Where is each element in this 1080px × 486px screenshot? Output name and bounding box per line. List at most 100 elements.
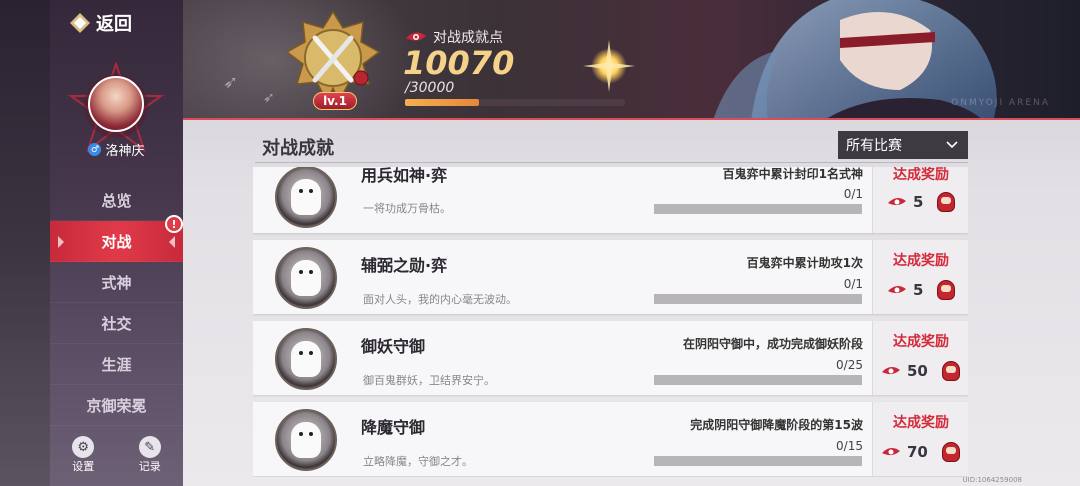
achievement-progress-bar — [654, 375, 862, 385]
nav-label: 式神 — [101, 273, 132, 292]
reward-title: 达成奖励 — [893, 334, 949, 350]
back-diamond-icon — [70, 13, 90, 33]
nav-label: 京御荣冕 — [86, 396, 147, 415]
achievement-condition: 在阴阳守御中，成功完成御妖阶段 — [682, 337, 863, 351]
reward-amount: 5 — [913, 281, 924, 299]
eye-token-icon — [888, 285, 906, 294]
nav-label: 总览 — [101, 191, 132, 210]
eye-token-icon — [888, 197, 906, 206]
achievement-row[interactable]: 辅弼之勋·弈 面对人头，我的内心毫无波动。 百鬼弈中累计助攻1次 0/1 达成奖… — [253, 240, 968, 314]
records-button[interactable]: ✎ 记录 — [138, 436, 161, 474]
male-gender-icon: ♂ — [88, 143, 102, 156]
points-progress-bar — [405, 99, 625, 106]
records-label: 记录 — [138, 460, 161, 473]
reward-amount: 50 — [907, 362, 928, 380]
bird-decoration: ➶ — [263, 90, 275, 106]
page-title: 对战成就 — [262, 138, 334, 159]
reward-panel: 达成奖励 50 — [872, 321, 968, 395]
achievement-condition: 完成阴阳守御降魔阶段的第15波 — [690, 418, 863, 432]
achievement-list[interactable]: 用兵如神·弈 一将功成万骨枯。 百鬼弈中累计封印1名式神 0/1 达成奖励 5 … — [253, 167, 968, 477]
achievement-name: 御妖守御 — [361, 337, 426, 356]
back-button[interactable]: 返回 — [70, 10, 132, 36]
eye-token-icon — [406, 32, 426, 41]
level-pill: lv.1 — [313, 92, 357, 110]
back-label: 返回 — [96, 14, 132, 35]
sidebar-nav: 总览 对战 ! 式神 社交 生涯 京御荣冕 — [50, 180, 183, 426]
settings-label: 设置 — [72, 460, 95, 473]
ghost-mascot-icon — [291, 260, 321, 296]
filter-value: 所有比赛 — [846, 138, 902, 154]
daruma-icon — [937, 192, 956, 212]
nav-label: 对战 — [101, 232, 132, 251]
nav-item-overview[interactable]: 总览 — [50, 180, 183, 221]
achievement-name: 辅弼之勋·弈 — [361, 256, 448, 275]
eye-token-icon — [882, 447, 900, 456]
achievement-name: 用兵如神·弈 — [361, 167, 448, 185]
daruma-icon — [941, 361, 960, 381]
username-text: 洛神庆 — [105, 144, 145, 159]
reward-items: 50 — [881, 361, 960, 381]
sparkle-rays-icon — [583, 40, 635, 92]
alert-badge: ! — [165, 215, 183, 233]
achievement-desc: 立略降魔，守御之才。 — [363, 455, 473, 468]
reward-amount: 70 — [907, 443, 928, 461]
achievement-row[interactable]: 御妖守御 御百鬼群妖，卫结界安宁。 在阴阳守御中，成功完成御妖阶段 0/25 达… — [253, 321, 968, 395]
banner-watermark: ONMYOJI ARENA — [951, 98, 1050, 108]
achievement-icon — [275, 409, 337, 471]
chevron-down-icon — [946, 141, 958, 149]
achievement-progress-bar — [654, 204, 862, 214]
daruma-icon — [937, 280, 956, 300]
achievement-progress-bar — [654, 456, 862, 466]
achievement-icon — [275, 328, 337, 390]
ghost-mascot-icon — [291, 179, 321, 215]
nav-item-social[interactable]: 社交 — [50, 303, 183, 344]
reward-amount: 5 — [913, 193, 924, 211]
points-value: 10070 — [403, 44, 515, 82]
achievement-desc: 一将功成万骨枯。 — [363, 202, 451, 215]
username: ♂ 洛神庆 — [50, 140, 183, 159]
achievement-progress-text: 0/25 — [836, 358, 863, 372]
ghost-mascot-icon — [291, 422, 321, 458]
achievement-progress-bar — [654, 294, 862, 304]
reward-items: 5 — [887, 280, 956, 300]
daruma-icon — [941, 442, 960, 462]
achievement-banner: ➶ ➶ lv.1 对战成就点 10070 /30000 ONMYOJI AREN… — [183, 0, 1080, 120]
achievement-progress-text: 0/15 — [836, 439, 863, 453]
reward-panel: 达成奖励 70 — [872, 402, 968, 476]
sidebar: 返回 ♂ 洛神庆 总览 对战 ! 式神 社交 生涯 京御荣冕 ⚙ 设置 ✎ 记录 — [50, 0, 183, 486]
nav-item-shikigami[interactable]: 式神 — [50, 262, 183, 303]
reward-items: 70 — [881, 442, 960, 462]
achievement-condition: 百鬼弈中累计封印1名式神 — [722, 167, 863, 181]
reward-panel: 达成奖励 5 — [872, 167, 968, 233]
nav-item-career[interactable]: 生涯 — [50, 344, 183, 385]
pen-icon: ✎ — [138, 436, 161, 458]
avatar — [88, 76, 144, 132]
nav-item-battle[interactable]: 对战 ! — [50, 215, 183, 262]
achievement-desc: 面对人头，我的内心毫无波动。 — [363, 293, 517, 306]
achievement-desc: 御百鬼群妖，卫结界安宁。 — [363, 374, 495, 387]
nav-label: 社交 — [101, 314, 132, 333]
points-total: /30000 — [405, 80, 455, 96]
left-edge-backdrop — [0, 0, 50, 486]
achievement-progress-text: 0/1 — [843, 187, 863, 201]
reward-title: 达成奖励 — [893, 253, 949, 269]
nav-label: 生涯 — [101, 355, 132, 374]
achievement-row[interactable]: 降魔守御 立略降魔，守御之才。 完成阴阳守御降魔阶段的第15波 0/15 达成奖… — [253, 402, 968, 476]
reward-items: 5 — [887, 192, 956, 212]
points-progress-fill — [405, 99, 479, 106]
nav-item-honor[interactable]: 京御荣冕 — [50, 385, 183, 426]
achievement-icon — [275, 247, 337, 309]
reward-title: 达成奖励 — [893, 167, 949, 183]
achievement-name: 降魔守御 — [361, 418, 426, 437]
settings-button[interactable]: ⚙ 设置 — [72, 436, 95, 474]
achievement-condition: 百鬼弈中累计助攻1次 — [746, 256, 863, 270]
reward-panel: 达成奖励 5 — [872, 240, 968, 314]
achievement-row[interactable]: 用兵如神·弈 一将功成万骨枯。 百鬼弈中累计封印1名式神 0/1 达成奖励 5 — [253, 167, 968, 233]
bottom-tools: ⚙ 设置 ✎ 记录 — [50, 436, 183, 474]
reward-title: 达成奖励 — [893, 415, 949, 431]
gear-icon: ⚙ — [72, 436, 95, 458]
eye-token-icon — [882, 366, 900, 375]
bird-decoration: ➶ — [223, 72, 239, 93]
uid-label: UID:1064259008 — [962, 476, 1022, 484]
match-filter-select[interactable]: 所有比赛 — [838, 131, 968, 159]
